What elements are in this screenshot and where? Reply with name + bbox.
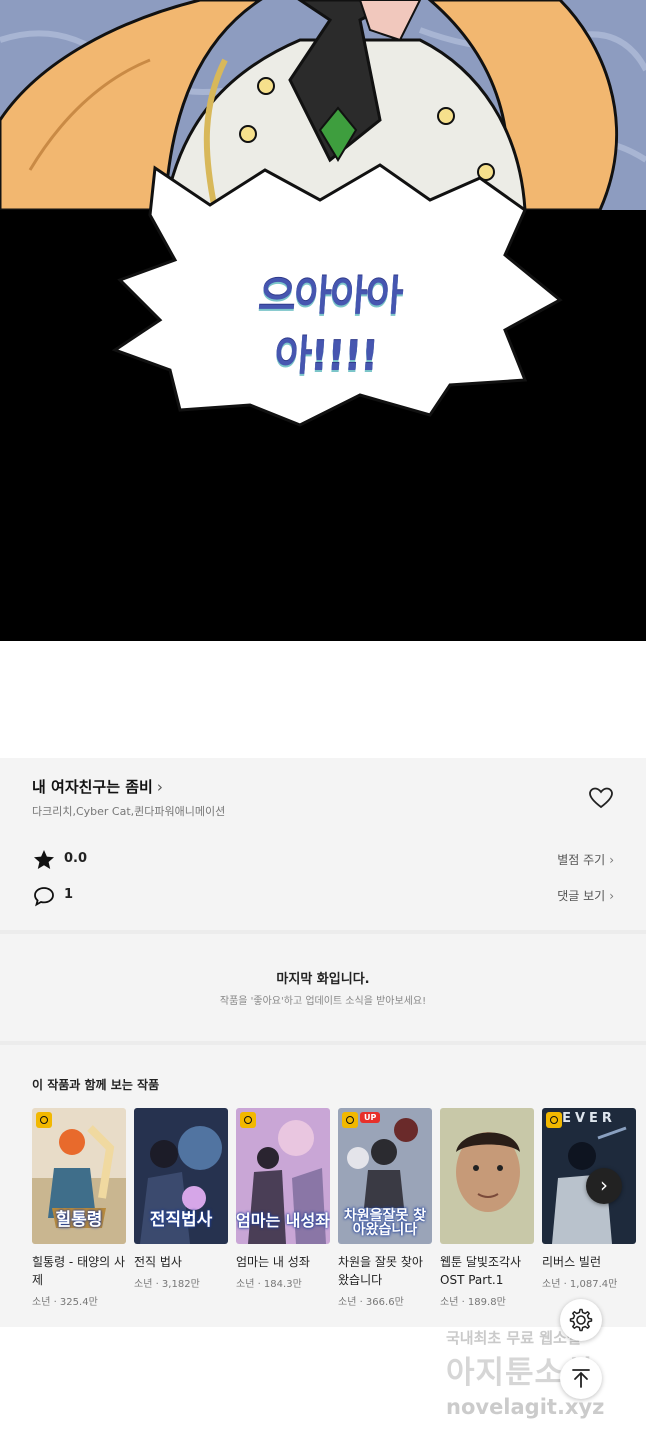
card-title: 웹툰 달빛조각사 OST Part.1 bbox=[440, 1255, 522, 1287]
comment-icon bbox=[34, 887, 54, 907]
chevron-right-icon: › bbox=[609, 853, 614, 867]
last-episode-title: 마지막 화입니다. bbox=[276, 972, 370, 987]
scroll-top-button[interactable] bbox=[560, 1357, 602, 1399]
last-episode-notice: 마지막 화입니다. 작품을 '좋아요'하고 업데이트 소식을 받아보세요! bbox=[0, 934, 646, 1041]
rate-button[interactable]: 별점 주기 › bbox=[557, 851, 614, 868]
cover-art bbox=[440, 1108, 534, 1244]
card-title: 리버스 빌런 bbox=[542, 1255, 602, 1269]
rating-row: 0.0 별점 주기 › bbox=[32, 847, 614, 873]
chevron-right-icon: › bbox=[600, 1173, 608, 1197]
recommendation-card[interactable]: EVER 리버스 빌런 소년 · 1,087.4만 bbox=[542, 1108, 636, 1290]
cover-title: EVER bbox=[562, 1111, 616, 1126]
settings-button[interactable] bbox=[560, 1299, 602, 1341]
carousel-next-button[interactable]: › bbox=[586, 1168, 622, 1204]
card-meta: 소년 · 184.3만 bbox=[236, 1279, 302, 1290]
recommendations-section: 이 작품과 함께 보는 작품 힐통령 힐통령 - 태양의 사제 소년 · 325… bbox=[0, 1045, 646, 1327]
chevron-right-icon: › bbox=[609, 889, 614, 903]
view-comments-button[interactable]: 댓글 보기 › bbox=[557, 887, 614, 904]
spacer bbox=[0, 641, 646, 758]
card-title: 엄마는 내 성좌 bbox=[236, 1255, 310, 1269]
rating-value: 0.0 bbox=[64, 851, 88, 866]
update-badge: UP bbox=[360, 1112, 381, 1123]
gear-icon bbox=[569, 1308, 593, 1332]
chevron-right-icon: › bbox=[156, 778, 163, 796]
comment-count: 1 bbox=[64, 887, 74, 902]
cover-title: 엄마는 내성좌 bbox=[236, 1211, 330, 1231]
recommendation-card[interactable]: 웹툰 달빛조각사 OST Part.1 소년 · 189.8만 bbox=[440, 1108, 534, 1308]
card-meta: 소년 · 325.4만 bbox=[32, 1297, 98, 1308]
comments-row: 1 댓글 보기 › bbox=[32, 883, 614, 909]
card-meta: 소년 · 366.6만 bbox=[338, 1297, 404, 1308]
last-episode-subtitle: 작품을 '좋아요'하고 업데이트 소식을 받아보세요! bbox=[219, 996, 427, 1007]
card-title: 힐통령 - 태양의 사제 bbox=[32, 1255, 126, 1287]
card-meta: 소년 · 3,182만 bbox=[134, 1279, 200, 1290]
page-bottom: 국내최초 무료 웹소설 아지툰소설 novelagit.xyz bbox=[0, 1327, 646, 1442]
comic-panel: 으아아아아!!!! bbox=[0, 0, 646, 641]
card-title: 전직 법사 bbox=[134, 1255, 182, 1269]
sfx-text: 으아아아아!!!! bbox=[256, 272, 403, 380]
card-title: 차원을 잘못 찾아왔습니다 bbox=[338, 1255, 423, 1287]
cover-thumbnail[interactable]: UP 차원을잘못 찾아왔습니다 bbox=[338, 1108, 432, 1244]
card-meta: 소년 · 189.8만 bbox=[440, 1297, 506, 1308]
series-authors: 다크리치,Cyber Cat,퀸다파워애니메이션 bbox=[32, 805, 226, 818]
view-comments-label: 댓글 보기 bbox=[557, 889, 606, 903]
rate-label: 별점 주기 bbox=[557, 853, 606, 867]
cover-thumbnail[interactable]: 힐통령 bbox=[32, 1108, 126, 1244]
like-button[interactable] bbox=[588, 786, 614, 810]
clock-icon bbox=[240, 1112, 256, 1128]
recommendations-heading: 이 작품과 함께 보는 작품 bbox=[32, 1078, 160, 1092]
heart-icon bbox=[589, 787, 613, 809]
recommendation-card[interactable]: 힐통령 힐통령 - 태양의 사제 소년 · 325.4만 bbox=[32, 1108, 126, 1308]
recommendation-card[interactable]: 엄마는 내성좌 엄마는 내 성좌 소년 · 184.3만 bbox=[236, 1108, 330, 1290]
series-title-link[interactable]: 내 여자친구는 좀비 › bbox=[32, 776, 163, 797]
star-icon bbox=[34, 850, 54, 869]
cover-thumbnail[interactable] bbox=[440, 1108, 534, 1244]
cover-thumbnail[interactable]: 전직법사 bbox=[134, 1108, 228, 1244]
clock-icon bbox=[36, 1112, 52, 1128]
card-meta: 소년 · 1,087.4만 bbox=[542, 1279, 618, 1290]
cover-title: 차원을잘못 찾아왔습니다 bbox=[343, 1207, 427, 1239]
cover-title: 힐통령 bbox=[55, 1210, 103, 1231]
recommendation-card[interactable]: UP 차원을잘못 찾아왔습니다 차원을 잘못 찾아왔습니다 소년 · 366.6… bbox=[338, 1108, 432, 1308]
recommendation-card[interactable]: 전직법사 전직 법사 소년 · 3,182만 bbox=[134, 1108, 228, 1290]
arrow-up-icon bbox=[572, 1369, 590, 1388]
cover-thumbnail[interactable]: 엄마는 내성좌 bbox=[236, 1108, 330, 1244]
series-info: 내 여자친구는 좀비 › 다크리치,Cyber Cat,퀸다파워애니메이션 0.0… bbox=[0, 758, 646, 930]
series-title: 내 여자친구는 좀비 bbox=[32, 778, 153, 796]
cover-title: 전직법사 bbox=[149, 1210, 213, 1231]
clock-icon bbox=[342, 1112, 358, 1128]
